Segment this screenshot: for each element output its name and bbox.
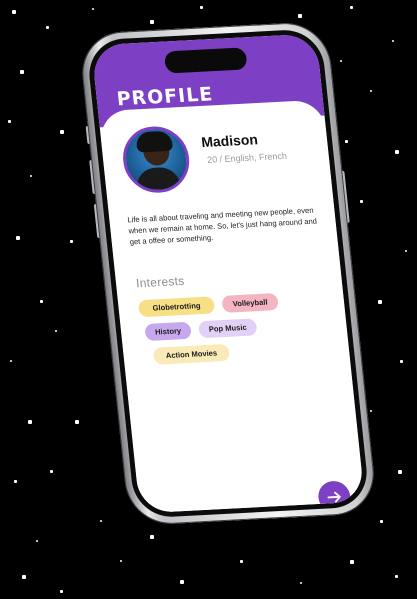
stage: PROFILE Madison 20 / English, French Lif…	[0, 0, 417, 599]
star	[395, 575, 398, 578]
star	[20, 70, 24, 74]
star	[200, 6, 203, 9]
star	[380, 520, 383, 523]
star	[100, 520, 102, 522]
star	[400, 360, 403, 363]
star	[240, 560, 243, 563]
star	[55, 330, 57, 332]
avatar-hair	[135, 130, 174, 153]
phone-mockup: PROFILE Madison 20 / English, French Lif…	[78, 20, 379, 526]
star	[75, 420, 79, 424]
interest-chip-volleyball[interactable]: Volleyball	[221, 292, 279, 313]
star	[22, 575, 26, 579]
star	[28, 420, 32, 424]
star	[180, 580, 184, 584]
star	[60, 130, 64, 134]
star	[392, 40, 394, 42]
profile-age-languages: 20 / English, French	[206, 150, 288, 165]
star	[378, 300, 382, 304]
profile-name: Madison	[200, 131, 259, 151]
star	[370, 410, 372, 412]
interest-chip-action-movies[interactable]: Action Movies	[152, 343, 231, 365]
star	[30, 175, 32, 177]
star	[14, 480, 17, 483]
interests-heading: Interests	[135, 273, 186, 291]
star	[350, 560, 354, 564]
avatar-body	[135, 166, 182, 195]
star	[8, 120, 11, 123]
star	[70, 240, 73, 243]
star	[340, 60, 342, 62]
star	[40, 300, 43, 303]
star	[10, 360, 12, 362]
star	[36, 540, 38, 542]
star	[345, 140, 348, 143]
star	[12, 10, 16, 14]
star	[150, 20, 154, 24]
star	[370, 90, 372, 92]
star	[395, 150, 399, 154]
interest-chip-list: Globetrotting Volleyball History Pop Mus…	[137, 290, 333, 365]
star	[16, 236, 20, 240]
interest-chip-history[interactable]: History	[144, 321, 192, 342]
star	[360, 200, 363, 203]
star	[350, 6, 353, 9]
interest-chip-globetrotting[interactable]: Globetrotting	[137, 296, 216, 318]
star	[46, 26, 49, 29]
star	[300, 582, 302, 584]
interest-chip-pop-music[interactable]: Pop Music	[198, 318, 258, 339]
star	[405, 250, 407, 252]
star	[298, 14, 302, 18]
star	[50, 470, 53, 473]
star	[120, 560, 122, 562]
profile-card: Madison 20 / English, French Life is all…	[98, 99, 365, 514]
avatar[interactable]	[119, 124, 193, 195]
dynamic-island	[163, 47, 248, 74]
star	[150, 535, 154, 539]
star	[92, 8, 94, 10]
star	[60, 590, 63, 593]
star	[398, 470, 402, 474]
profile-bio: Life is all about traveling and meeting …	[126, 205, 318, 247]
